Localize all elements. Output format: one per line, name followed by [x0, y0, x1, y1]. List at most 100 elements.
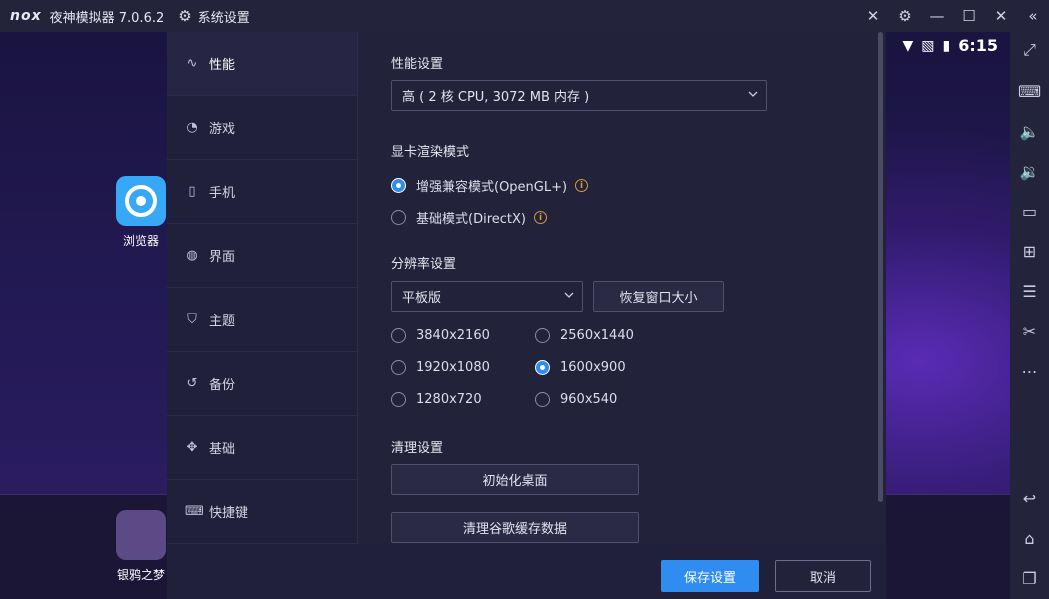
dialog-footer: 保存设置 取消 [167, 544, 886, 599]
fullscreen-icon[interactable]: ⤢ [1010, 38, 1049, 62]
close-settings-icon[interactable]: ✕ [857, 0, 889, 32]
app-game[interactable]: 银鸦之梦 [115, 510, 167, 583]
radio-button[interactable] [391, 210, 406, 225]
pulse-icon: ∿ [186, 56, 198, 71]
nav-item-hotkeys[interactable]: ⌨ 快捷键 [167, 480, 357, 544]
app-title: 夜神模拟器 7.0.6.2 [49, 10, 165, 26]
maximize-button[interactable]: ☐ [953, 0, 985, 32]
info-icon[interactable]: i [533, 211, 547, 224]
app-browser[interactable]: 浏览器 [115, 176, 167, 249]
nav-label: 备份 [209, 378, 236, 393]
resolution-title: 分辨率设置 [391, 257, 457, 272]
performance-value: 高 ( 2 核 CPU, 3072 MB 内存 ) [402, 90, 590, 105]
game-icon [116, 510, 166, 560]
nav-item-game[interactable]: ◔ 游戏 [167, 96, 357, 160]
multi-instance-icon[interactable]: ☰ [1010, 279, 1049, 303]
android-status-bar: ▼ ▧ ▮ 6:15 [902, 36, 998, 55]
radio-button[interactable] [391, 328, 406, 343]
app-label: 浏览器 [122, 234, 159, 248]
resolution-option[interactable]: 960x540 [535, 392, 617, 407]
nav-item-theme[interactable]: ⛉ 主题 [167, 288, 357, 352]
volume-up-icon[interactable]: 🔈 [1010, 119, 1049, 143]
back-icon[interactable]: ↩ [1010, 486, 1049, 510]
settings-nav: ∿ 性能 ◔ 游戏 ▯ 手机 ◍ 界面 ⛉ 主题 ↺ 备份 ✥ 基础 ⌨ 快捷键 [167, 32, 358, 544]
radio-button[interactable] [535, 392, 550, 407]
nav-item-interface[interactable]: ◍ 界面 [167, 224, 357, 288]
resolution-option[interactable]: 1600x900 [535, 360, 626, 375]
radio-label: 基础模式(DirectX) [416, 212, 526, 227]
resolution-option[interactable]: 2560x1440 [535, 328, 634, 343]
radio-button[interactable] [391, 360, 406, 375]
resolution-option[interactable]: 1920x1080 [391, 360, 490, 375]
nav-label: 手机 [209, 186, 236, 201]
palette-icon: ◍ [186, 248, 198, 263]
minimize-button[interactable]: — [921, 0, 953, 32]
render-option-opengl[interactable]: 增强兼容模式(OpenGL+) i [391, 176, 589, 195]
nav-label: 游戏 [209, 122, 236, 137]
save-button[interactable]: 保存设置 [661, 560, 759, 592]
phone-icon: ▯ [188, 184, 196, 199]
radio-label: 1920x1080 [416, 360, 490, 375]
home-icon[interactable]: ⌂ [1010, 526, 1049, 550]
restore-window-size-button[interactable]: 恢复窗口大小 [593, 281, 724, 312]
nav-item-backup[interactable]: ↺ 备份 [167, 352, 357, 416]
puzzle-icon: ✥ [186, 440, 198, 455]
collapse-sidebar-icon[interactable]: « [1017, 0, 1049, 32]
render-title: 显卡渲染模式 [391, 145, 470, 160]
clear-google-cache-button[interactable]: 清理谷歌缓存数据 [391, 512, 639, 543]
radio-label: 1280x720 [416, 392, 482, 407]
shirt-icon: ⛉ [187, 312, 197, 327]
performance-title: 性能设置 [391, 57, 444, 72]
close-button[interactable]: ✕ [985, 0, 1017, 32]
scissors-icon[interactable]: ✂ [1010, 319, 1049, 343]
settings-title: 系统设置 [197, 10, 250, 26]
no-sim-icon: ▧ [921, 37, 935, 54]
radio-label: 960x540 [560, 392, 618, 407]
nav-item-basic[interactable]: ✥ 基础 [167, 416, 357, 480]
performance-select[interactable]: 高 ( 2 核 CPU, 3072 MB 内存 ) [391, 80, 767, 111]
nav-label: 主题 [209, 314, 236, 329]
nav-item-phone[interactable]: ▯ 手机 [167, 160, 357, 224]
nav-label: 快捷键 [209, 506, 249, 521]
radio-label: 2560x1440 [560, 328, 634, 343]
resolution-option[interactable]: 3840x2160 [391, 328, 490, 343]
nav-item-performance[interactable]: ∿ 性能 [167, 32, 357, 96]
nav-label: 基础 [209, 442, 236, 457]
cancel-button[interactable]: 取消 [775, 560, 871, 592]
init-desktop-button[interactable]: 初始化桌面 [391, 464, 639, 495]
browser-icon [116, 176, 166, 226]
keyboard-icon[interactable]: ⌨ [1010, 79, 1049, 103]
settings-dialog: ∿ 性能 ◔ 游戏 ▯ 手机 ◍ 界面 ⛉ 主题 ↺ 备份 ✥ 基础 ⌨ 快捷键 [167, 32, 886, 599]
screen-icon[interactable]: ▭ [1010, 199, 1049, 223]
cleanup-title: 清理设置 [391, 441, 444, 456]
radio-label: 3840x2160 [416, 328, 490, 343]
chevron-down-icon [748, 91, 758, 97]
volume-down-icon[interactable]: 🔉 [1010, 159, 1049, 183]
settings-gear-icon[interactable]: ⚙ [889, 0, 921, 32]
history-icon: ↺ [186, 376, 198, 391]
title-bar: nox 夜神模拟器 7.0.6.2 ⚙ 系统设置 ✕ ⚙ — ☐ ✕ « [0, 0, 1049, 32]
nav-label: 性能 [209, 58, 236, 73]
radio-button[interactable] [391, 178, 406, 193]
scrollbar[interactable] [878, 32, 883, 502]
settings-content: 性能设置 高 ( 2 核 CPU, 3072 MB 内存 ) 显卡渲染模式 增强… [358, 32, 881, 544]
nox-logo: nox [10, 8, 42, 24]
gear-icon: ⚙ [178, 7, 192, 25]
resolution-option[interactable]: 1280x720 [391, 392, 482, 407]
chevron-down-icon [564, 292, 574, 298]
battery-icon: ▮ [942, 37, 951, 54]
more-icon[interactable]: ⋯ [1010, 359, 1049, 383]
recent-apps-icon[interactable]: ❐ [1010, 566, 1049, 590]
radio-button[interactable] [535, 328, 550, 343]
radio-label: 增强兼容模式(OpenGL+) [416, 180, 568, 195]
render-option-directx[interactable]: 基础模式(DirectX) i [391, 208, 547, 227]
radio-button[interactable] [391, 392, 406, 407]
apk-install-icon[interactable]: ⊞ [1010, 239, 1049, 263]
radio-button[interactable] [535, 360, 550, 375]
info-icon[interactable]: i [575, 179, 589, 192]
nav-label: 界面 [209, 250, 236, 265]
keyboard-icon: ⌨ [185, 504, 204, 519]
wifi-icon: ▼ [902, 37, 914, 54]
resolution-mode-select[interactable]: 平板版 [391, 281, 583, 312]
app-label: 银鸦之梦 [116, 568, 165, 582]
